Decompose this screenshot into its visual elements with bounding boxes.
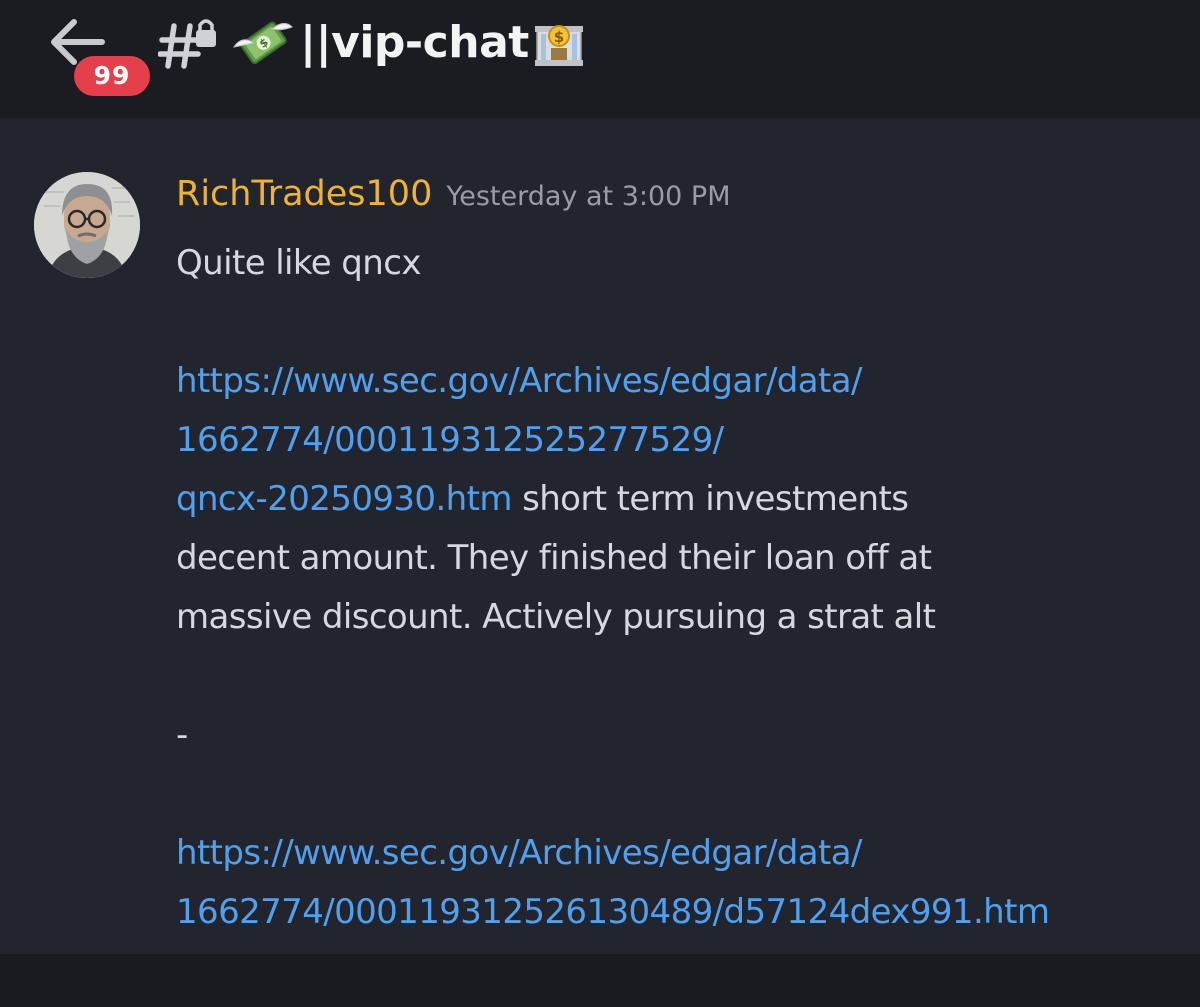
- message-line-blank: [176, 647, 1186, 706]
- sec-filing-link[interactable]: https://www.sec.gov/Archives/edgar/data/: [176, 361, 862, 401]
- message-header: RichTrades100 Yesterday at 3:00 PM: [176, 174, 731, 214]
- sec-filing-link[interactable]: 1662774/000119312526130489/d57124dex991.…: [176, 892, 1050, 932]
- channel-title[interactable]: $ ||vip-chat $: [158, 12, 585, 72]
- message-text: Quite like qncx: [176, 243, 421, 283]
- message-line: decent amount. They finished their loan …: [176, 529, 1186, 588]
- message-text: -: [176, 715, 188, 755]
- locked-hash-icon: [158, 14, 216, 70]
- sec-filing-link[interactable]: qncx-20250930.htm: [176, 479, 512, 519]
- message-line: -: [176, 706, 1186, 765]
- money-with-wings-icon: $: [232, 17, 294, 67]
- message-timestamp: Yesterday at 3:00 PM: [446, 181, 731, 212]
- message-text: short term investments: [511, 479, 909, 519]
- message-line: https://www.sec.gov/Archives/edgar/data/: [176, 824, 1186, 883]
- svg-text:$: $: [554, 28, 564, 46]
- message-list: RichTrades100 Yesterday at 3:00 PM Quite …: [0, 118, 1200, 954]
- message-line: 1662774/000119312525277529/: [176, 411, 1186, 470]
- sec-filing-link[interactable]: 1662774/000119312525277529/: [176, 420, 724, 460]
- message-line: 1662774/000119312526130489/d57124dex991.…: [176, 883, 1186, 942]
- message-line: massive discount. Actively pursuing a st…: [176, 588, 1186, 647]
- message-line: Quite like qncx: [176, 234, 1186, 293]
- message-text: decent amount. They finished their loan …: [176, 538, 932, 578]
- message-line: https://www.sec.gov/Archives/edgar/data/: [176, 352, 1186, 411]
- message-content: Quite like qncx https://www.sec.gov/Arch…: [176, 234, 1186, 942]
- message-text: massive discount. Actively pursuing a st…: [176, 597, 936, 637]
- message-line-blank: [176, 293, 1186, 352]
- bank-icon: $: [533, 16, 585, 68]
- channel-header: 99 $ ||vip-chat $: [0, 0, 1200, 118]
- message-line: qncx-20250930.htm short term investments: [176, 470, 1186, 529]
- user-avatar[interactable]: [34, 172, 140, 278]
- channel-name: ||vip-chat: [300, 16, 529, 68]
- sec-filing-link[interactable]: https://www.sec.gov/Archives/edgar/data/: [176, 833, 862, 873]
- message-line-blank: [176, 765, 1186, 824]
- message-author[interactable]: RichTrades100: [176, 174, 432, 214]
- bottom-bar: [0, 954, 1200, 1007]
- unread-count-badge: 99: [74, 56, 150, 96]
